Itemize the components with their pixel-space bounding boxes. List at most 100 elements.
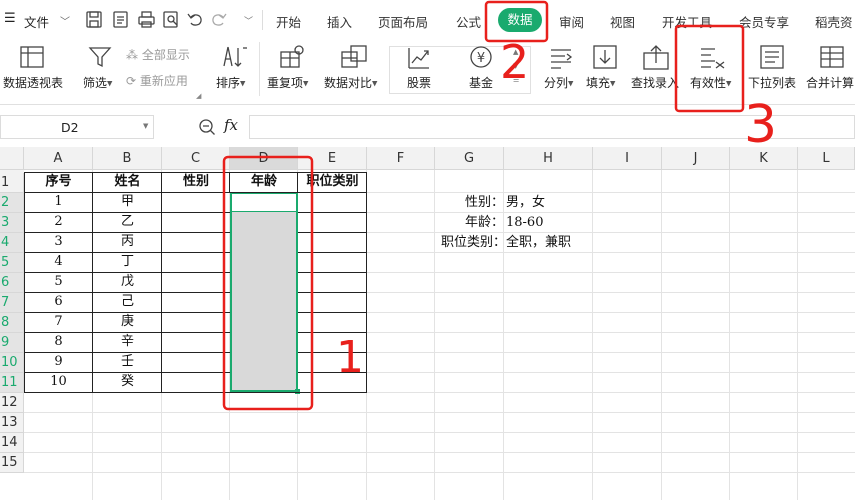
validity-label: 有效性	[690, 76, 727, 90]
cell-h4[interactable]: 全职，兼职	[506, 233, 596, 253]
dropdown-arrow-icon: ▼	[610, 79, 616, 88]
gallery-up-icon[interactable]: ▲	[513, 48, 518, 56]
split-icon	[551, 49, 573, 69]
name-box[interactable]: D2 ▼	[0, 115, 154, 139]
duplicates-button[interactable]: 重复项▼	[264, 40, 318, 100]
redo-icon[interactable]	[212, 13, 227, 26]
chevron-down-icon[interactable]: ▼	[143, 122, 148, 130]
show-all-icon: ⁂	[126, 48, 138, 62]
export-pdf-icon[interactable]	[113, 11, 128, 28]
reapply-icon: ⟳	[126, 74, 137, 88]
cell-h3[interactable]: 18-60	[506, 213, 596, 233]
print-icon[interactable]	[138, 11, 155, 28]
cell-b8[interactable]: 庚	[93, 312, 162, 332]
cell-b6[interactable]: 戊	[93, 272, 162, 292]
consolidate-button[interactable]: 合并计算	[804, 40, 855, 100]
gallery-expand-icon[interactable]: ☰	[513, 76, 519, 84]
cell-b10[interactable]: 壬	[93, 352, 162, 372]
cell-a11[interactable]: 10	[24, 372, 93, 392]
ribbon-toolbar: 数据透视表 筛选▼ ⁂ 全部显示 ⟳ 重新应用 ◢ 排序▼ 重复项▼ 数据对比▼	[0, 40, 855, 104]
gallery-down-icon[interactable]: ▼	[513, 62, 518, 70]
fund-label: 基金	[468, 76, 493, 90]
dialog-launcher-icon[interactable]: ◢	[196, 92, 201, 100]
pivot-table-button[interactable]: 数据透视表	[0, 40, 66, 100]
cell-b9[interactable]: 辛	[93, 332, 162, 352]
sort-icon	[223, 46, 247, 67]
cell-b7[interactable]: 己	[93, 292, 162, 312]
filter-button[interactable]: 筛选▼	[80, 40, 120, 100]
undo-icon[interactable]	[187, 13, 202, 26]
insert-function-icon[interactable]: fx	[224, 116, 238, 134]
tab-member[interactable]: 会员专享	[739, 12, 789, 31]
cell-a4[interactable]: 3	[24, 232, 93, 252]
cell-a10[interactable]: 9	[24, 352, 93, 372]
dropdown-list-button[interactable]: 下拉列表	[744, 40, 800, 100]
compare-icon	[341, 45, 367, 68]
validity-button[interactable]: 有效性▼	[686, 40, 738, 100]
cell-a1[interactable]: 序号	[24, 172, 93, 192]
cell-a9[interactable]: 8	[24, 332, 93, 352]
cell-d1[interactable]: 年龄	[230, 172, 298, 192]
svg-text:¥: ¥	[477, 51, 485, 66]
ribbon-divider	[0, 104, 855, 105]
tab-insert[interactable]: 插入	[327, 12, 352, 31]
cell-c1[interactable]: 性别	[162, 172, 230, 192]
file-menu[interactable]: 文件	[24, 12, 49, 31]
dropdown-arrow-icon: ▼	[372, 79, 378, 88]
save-icon[interactable]	[86, 11, 102, 28]
cell-b1[interactable]: 姓名	[93, 172, 162, 192]
formula-input[interactable]	[249, 115, 855, 139]
cell-a5[interactable]: 4	[24, 252, 93, 272]
fill-button[interactable]: 填充▼	[584, 40, 624, 100]
cell-a7[interactable]: 6	[24, 292, 93, 312]
cell-a2[interactable]: 1	[24, 192, 93, 212]
tab-data[interactable]: 数据	[498, 8, 542, 32]
cell-b3[interactable]: 乙	[93, 212, 162, 232]
hamburger-icon[interactable]: ☰	[4, 11, 16, 26]
tab-formulas[interactable]: 公式	[456, 12, 481, 31]
quick-access-toolbar: ﹀	[86, 11, 253, 28]
lookup-entry-button[interactable]: 查找录入	[628, 40, 682, 100]
chevron-down-icon[interactable]: ﹀	[60, 13, 70, 28]
reapply-button[interactable]: ⟳ 重新应用	[126, 72, 188, 89]
cell-g3[interactable]: 年龄：	[435, 213, 504, 233]
print-preview-icon[interactable]	[163, 11, 178, 28]
fill-label: 填充	[586, 76, 611, 90]
cell-b2[interactable]: 甲	[93, 192, 162, 212]
divider	[259, 42, 260, 96]
cell-a8[interactable]: 7	[24, 312, 93, 332]
consolidate-label: 合并计算	[806, 76, 855, 90]
tab-home[interactable]: 开始	[276, 12, 301, 31]
cell-g4[interactable]: 职位类别：	[420, 233, 506, 253]
cell-b5[interactable]: 丁	[93, 252, 162, 272]
tab-developer[interactable]: 开发工具	[662, 12, 712, 31]
show-all-label: 全部显示	[141, 48, 190, 62]
split-label: 分列	[544, 76, 569, 90]
fund-button[interactable]: ¥ 基金	[455, 40, 507, 100]
yen-coin-icon: ¥	[470, 46, 492, 68]
duplicates-icon	[280, 45, 304, 68]
cell-e1[interactable]: 职位类别	[298, 172, 367, 192]
cell-g2[interactable]: 性别：	[435, 193, 504, 213]
dropdown-list-label: 下拉列表	[747, 76, 796, 90]
sort-button[interactable]: 排序▼	[212, 40, 256, 100]
data-compare-button[interactable]: 数据对比▼	[322, 40, 388, 100]
zoom-formula-icon[interactable]	[198, 118, 216, 136]
cell-a3[interactable]: 2	[24, 212, 93, 232]
cell-b4[interactable]: 丙	[93, 232, 162, 252]
tab-page-layout[interactable]: 页面布局	[378, 12, 428, 31]
show-all-button[interactable]: ⁂ 全部显示	[126, 46, 190, 63]
cell-b11[interactable]: 癸	[93, 372, 162, 392]
funnel-icon	[88, 47, 112, 68]
spreadsheet-grid: A B C D E F G H I J K L 1 2 3 4 5 6 7 8 …	[0, 147, 855, 500]
cell-h2[interactable]: 男，女	[506, 193, 596, 213]
pivot-table-icon	[20, 46, 44, 68]
tab-view[interactable]: 视图	[610, 12, 635, 31]
chevron-down-icon[interactable]: ﹀	[244, 16, 253, 27]
cell-a6[interactable]: 5	[24, 272, 93, 292]
tab-review[interactable]: 审阅	[559, 12, 584, 31]
fill-down-icon	[593, 45, 617, 69]
split-column-button[interactable]: 分列▼	[540, 40, 580, 100]
tab-docer[interactable]: 稻壳资	[815, 12, 853, 31]
stock-button[interactable]: 股票	[395, 40, 443, 100]
